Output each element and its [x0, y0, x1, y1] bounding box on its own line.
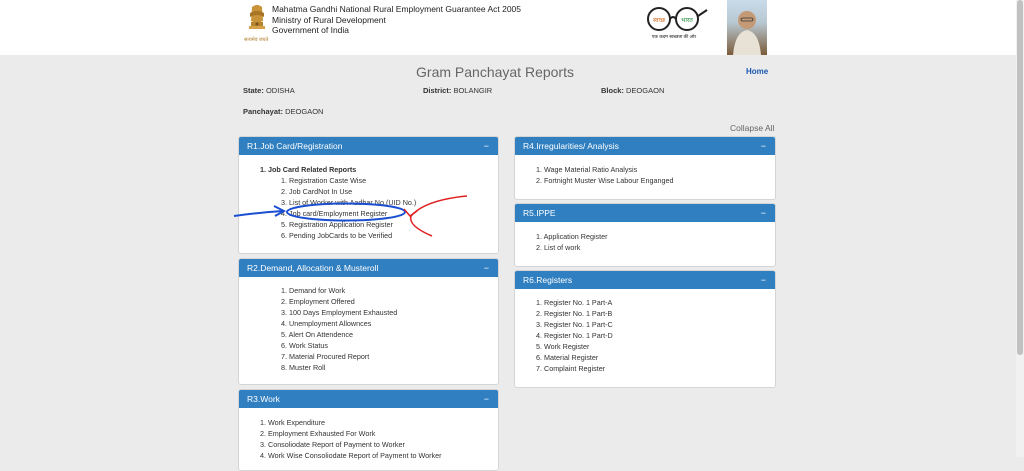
report-link[interactable]: 7. Material Procured Report [281, 352, 369, 363]
report-link[interactable]: 2. Register No. 1 Part-B [536, 309, 612, 320]
report-link[interactable]: 6. Material Register [536, 353, 598, 364]
report-group-title: 1. Job Card Related Reports [260, 165, 357, 174]
report-link[interactable]: 4. Work Wise Consoliodate Report of Paym… [260, 451, 442, 462]
page-scrollbar[interactable] [1016, 0, 1024, 457]
panchayat-label: Panchayat: [243, 107, 284, 116]
page-title: Gram Panchayat Reports [416, 64, 574, 80]
report-link[interactable]: 6. Work Status [281, 341, 328, 352]
state-label: State: [243, 86, 264, 95]
swachh-tagline: एक कदम स्वच्छता की ओर [652, 33, 696, 39]
report-link[interactable]: 1. Demand for Work [281, 286, 345, 297]
district-value: BOLANGIR [453, 86, 493, 95]
collapse-all-link[interactable]: Collapse All [730, 123, 774, 133]
report-link[interactable]: 4. Register No. 1 Part-D [536, 331, 613, 342]
state-info: State: ODISHA [243, 86, 295, 95]
panel-r1-title: R1.Job Card/Registration [247, 141, 343, 151]
report-link[interactable]: 1. Work Expenditure [260, 418, 325, 429]
collapse-toggle-icon[interactable]: − [484, 137, 489, 155]
panel-r6-header[interactable]: R6.Registers − [515, 271, 775, 289]
panel-r1: R1.Job Card/Registration − 1. Job Card R… [238, 136, 499, 254]
panel-r6: R6.Registers − 1. Register No. 1 Part-A … [514, 270, 776, 388]
panel-r5-title: R5.IPPE [523, 208, 556, 218]
report-link[interactable]: 2. Employment Offered [281, 297, 355, 308]
state-value: ODISHA [265, 86, 295, 95]
portrait-icon [733, 11, 761, 55]
scrollbar-thumb[interactable] [1017, 0, 1023, 355]
report-link[interactable]: 6. Pending JobCards to be Verified [281, 231, 392, 242]
collapse-toggle-icon[interactable]: − [761, 271, 766, 289]
report-link[interactable]: 4. Unemployment Allownces [281, 319, 371, 330]
report-link[interactable]: 1. Register No. 1 Part-A [536, 298, 612, 309]
panel-r5-header[interactable]: R5.IPPE − [515, 204, 775, 222]
collapse-toggle-icon[interactable]: − [761, 204, 766, 222]
panchayat-value: DEOGAON [285, 107, 324, 116]
panel-r1-header[interactable]: R1.Job Card/Registration − [239, 137, 498, 155]
report-link[interactable]: 3. Register No. 1 Part-C [536, 320, 613, 331]
site-header: सत्यमेव जयते Mahatma Gandhi National Rur… [0, 0, 1016, 55]
report-link[interactable]: 7. Complaint Register [536, 364, 605, 375]
org-line-1: Mahatma Gandhi National Rural Employment… [272, 4, 521, 14]
panchayat-info: Panchayat: DEOGAON [243, 107, 323, 116]
report-link[interactable]: 1. Registration Caste Wise [281, 176, 366, 187]
collapse-toggle-icon[interactable]: − [761, 137, 766, 155]
collapse-toggle-icon[interactable]: − [484, 259, 489, 277]
report-link[interactable]: 1. Application Register [536, 232, 608, 243]
home-link[interactable]: Home [746, 67, 768, 76]
block-value: DEOGAON [626, 86, 665, 95]
report-link[interactable]: 5. Work Register [536, 342, 589, 353]
emblem-caption: सत्यमेव जयते [244, 37, 269, 43]
panel-r2-header[interactable]: R2.Demand, Allocation & Musteroll − [239, 259, 498, 277]
district-label: District: [423, 86, 452, 95]
panel-r4-title: R4.Irregularities/ Analysis [523, 141, 619, 151]
report-link[interactable]: 2. Employment Exhausted For Work [260, 429, 375, 440]
report-link[interactable]: 3. 100 Days Employment Exhausted [281, 308, 397, 319]
panel-r2-title: R2.Demand, Allocation & Musteroll [247, 263, 379, 273]
swachh-word-2: भारत [681, 18, 693, 24]
report-link[interactable]: 5. Alert On Attendence [281, 330, 353, 341]
collapse-toggle-icon[interactable]: − [484, 390, 489, 408]
panel-r3: R3.Work − 1. Work Expenditure 2. Employm… [238, 389, 499, 471]
report-link[interactable]: 2. Job CardNot In Use [281, 187, 352, 198]
report-link[interactable]: 3. Consoliodate Report of Payment to Wor… [260, 440, 405, 451]
gandhi-portrait [727, 0, 767, 55]
panel-r4-header[interactable]: R4.Irregularities/ Analysis − [515, 137, 775, 155]
panel-r2: R2.Demand, Allocation & Musteroll − 1. D… [238, 258, 499, 385]
report-link[interactable]: 2. Fortnight Muster Wise Labour Enganged [536, 176, 673, 187]
report-link[interactable]: 2. List of work [536, 243, 580, 254]
report-link[interactable]: 3. List of Worker with Aadhar No.(UID No… [281, 198, 416, 209]
swachh-word-1: स्वच्छ [653, 18, 666, 24]
org-line-3: Government of India [272, 25, 350, 35]
district-info: District: BOLANGIR [423, 86, 492, 95]
panel-r6-title: R6.Registers [523, 275, 573, 285]
report-link[interactable]: 1. Wage Material Ratio Analysis [536, 165, 637, 176]
panel-r5: R5.IPPE − 1. Application Register 2. Lis… [514, 203, 776, 267]
report-link[interactable]: 5. Registration Application Register [281, 220, 393, 231]
national-emblem-icon [249, 5, 265, 29]
org-line-2: Ministry of Rural Development [272, 14, 386, 25]
report-link-highlighted[interactable]: 4. Job card/Employment Register [281, 209, 387, 220]
panel-r3-header[interactable]: R3.Work − [239, 390, 498, 408]
block-label: Block: [601, 86, 624, 95]
swachh-bharat-logo-icon: स्वच्छ भारत एक कदम स्वच्छता की ओर [647, 7, 708, 39]
report-link[interactable]: 8. Muster Roll [281, 363, 325, 374]
panel-r3-title: R3.Work [247, 394, 280, 404]
organization-name: Mahatma Gandhi National Rural Employment… [272, 4, 521, 36]
panel-r4: R4.Irregularities/ Analysis − 1. Wage Ma… [514, 136, 776, 200]
block-info: Block: DEOGAON [601, 86, 664, 95]
